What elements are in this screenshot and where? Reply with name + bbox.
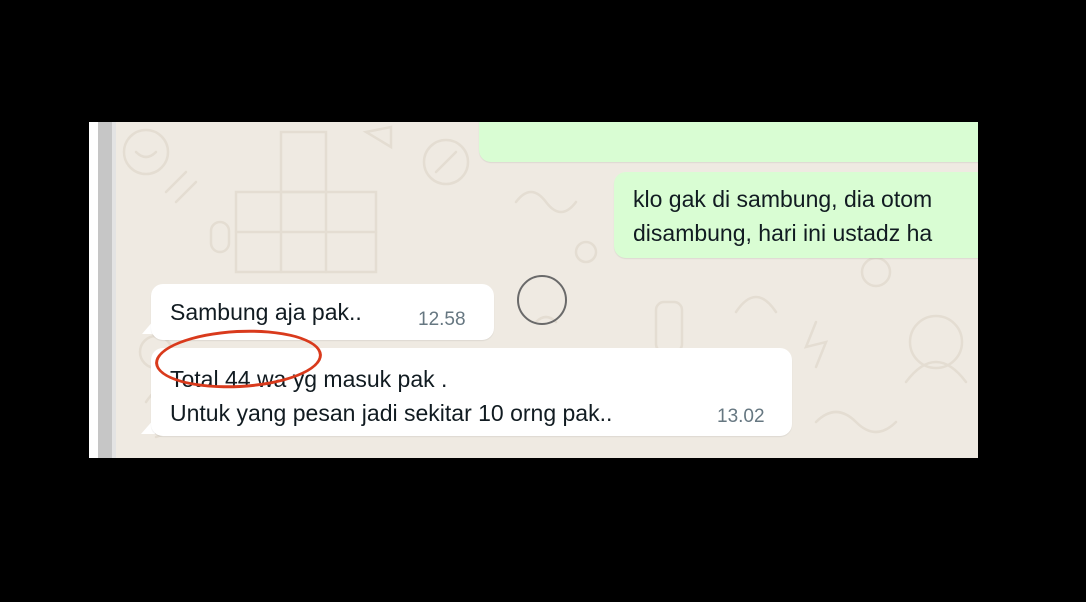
incoming-message-bubble[interactable]: Sambung aja pak.. 12.58	[151, 284, 494, 340]
pane-divider[interactable]	[98, 122, 112, 458]
cursor-indicator	[517, 275, 567, 325]
message-text-line: disambung, hari ini ustadz ha	[633, 220, 933, 246]
pane-divider-shadow	[112, 122, 116, 458]
chat-window: klo gak di sambung, dia otom disambung, …	[89, 122, 978, 458]
outgoing-message-bubble-partial[interactable]	[479, 122, 978, 162]
outgoing-message-bubble[interactable]: klo gak di sambung, dia otom disambung, …	[614, 172, 978, 258]
message-timestamp: 12.58	[418, 309, 466, 330]
message-text-line: klo gak di sambung, dia otom	[633, 186, 933, 212]
message-text-line: Untuk yang pesan jadi sekitar 10 orng pa…	[170, 400, 613, 426]
message-timestamp: 13.02	[717, 406, 765, 427]
message-text: Sambung aja pak..	[170, 299, 362, 325]
sidebar-edge	[89, 122, 98, 458]
